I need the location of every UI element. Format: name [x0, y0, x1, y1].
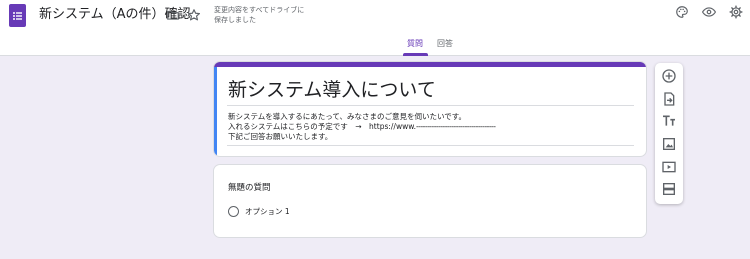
form-title-input[interactable]: 新システム導入について — [228, 78, 436, 102]
app-header: 新システム（Aの件）確認 変更内容をすべてドライブに 保存しました 質問 回答 — [0, 0, 750, 56]
accent-bar — [214, 62, 646, 67]
save-status-line: 変更内容をすべてドライブに — [214, 6, 305, 14]
add-title-icon[interactable] — [661, 113, 677, 129]
description-underline — [227, 145, 634, 146]
star-icon[interactable] — [187, 7, 205, 25]
focus-indicator — [214, 67, 217, 156]
google-forms-icon[interactable] — [9, 4, 26, 27]
gear-icon[interactable] — [729, 4, 747, 22]
tab-responses[interactable]: 回答 — [437, 38, 453, 49]
description-text: 新システムを導入するにあたって、みなさまのご意見を伺いたいです。 — [228, 112, 467, 121]
folder-icon[interactable] — [166, 7, 184, 25]
description-line: 入れるシステムはこちらの予定です → https://www.---------… — [228, 122, 496, 132]
title-underline — [227, 105, 634, 106]
tab-bar: 質問 回答 — [0, 36, 750, 56]
add-image-icon[interactable] — [661, 136, 677, 152]
floating-toolbar — [655, 63, 683, 204]
tab-questions[interactable]: 質問 — [407, 38, 423, 49]
add-video-icon[interactable] — [661, 159, 677, 175]
radio-button[interactable] — [228, 206, 239, 217]
save-status: 変更内容をすべてドライブに 保存しました — [214, 6, 324, 25]
add-section-icon[interactable] — [661, 181, 677, 197]
form-title-card[interactable]: 新システム導入について 新システムを導入するにあたって、みなさまのご意見を伺いた… — [213, 61, 647, 157]
description-line: 新システムを導入するにあたって、みなさまのご意見を伺いたいです。 — [228, 112, 495, 122]
question-title[interactable]: 無題の質問 — [228, 181, 271, 193]
eye-icon[interactable] — [701, 4, 720, 22]
import-questions-icon[interactable] — [661, 91, 677, 107]
description-text: 入れるシステムはこちらの予定です → https://www. — [228, 122, 417, 131]
form-description-input[interactable]: 新システムを導入するにあたって、みなさまのご意見を伺いたいです。 入れるシステム… — [228, 112, 496, 142]
palette-icon[interactable] — [675, 4, 693, 22]
save-status-line: 保存しました — [214, 15, 256, 24]
question-card[interactable]: 無題の質問 オプション 1 — [213, 164, 647, 238]
add-question-icon[interactable] — [661, 68, 677, 84]
option-label[interactable]: オプション 1 — [245, 206, 290, 217]
description-line: 下記ご回答お願いいたします。 — [228, 132, 495, 142]
active-tab-indicator — [403, 53, 428, 56]
description-text: 下記ご回答お願いいたします。 — [228, 132, 333, 141]
masked-url: ------------------------------------ — [416, 122, 496, 131]
